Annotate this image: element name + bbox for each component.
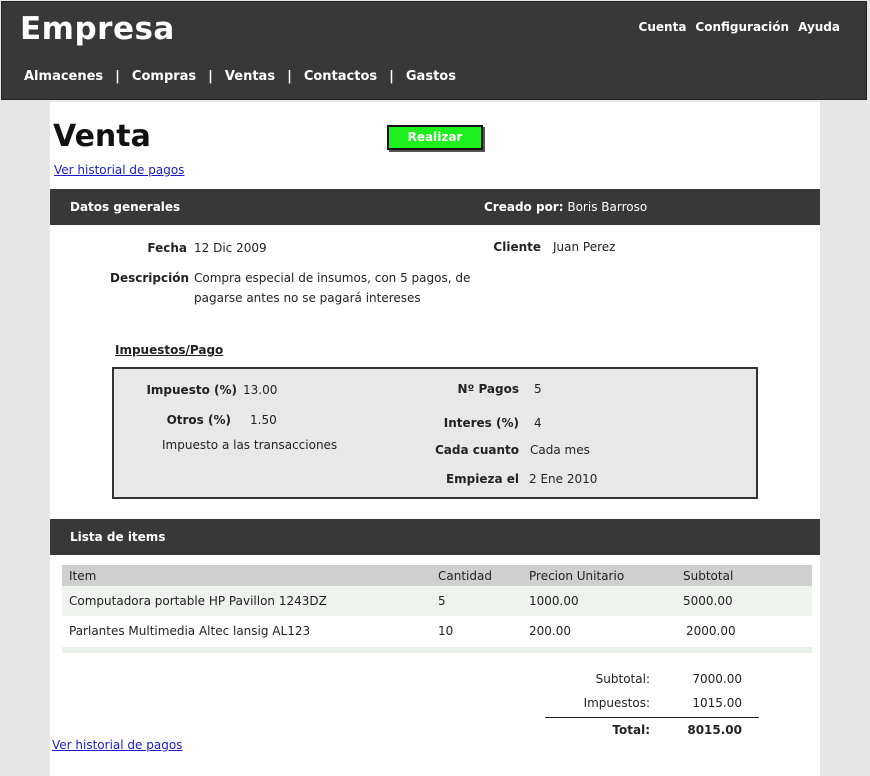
interes-label: Interes (%): [443, 416, 519, 430]
help-link[interactable]: Ayuda: [798, 20, 840, 34]
subtotal-value: 7000.00: [692, 672, 742, 686]
column-header-item: Item: [69, 568, 97, 583]
npagos-label: Nº Pagos: [457, 382, 519, 396]
page-title: Venta: [53, 119, 151, 154]
section-title: Datos generales: [70, 200, 181, 214]
descripcion-label: Descripción: [110, 271, 189, 285]
brand-logo[interactable]: Empresa: [20, 11, 175, 47]
fecha-label: Fecha: [147, 241, 187, 255]
cell-precio: 1000.00: [529, 594, 579, 608]
app-header: Empresa Cuenta Configuración Ayuda Almac…: [1, 1, 867, 100]
impuesto-label: Impuesto (%): [146, 383, 237, 397]
nav-separator: |: [208, 69, 213, 84]
empieza-value: 2 Ene 2010: [529, 472, 598, 486]
account-link[interactable]: Cuenta: [639, 20, 687, 34]
nav-item-gastos[interactable]: Gastos: [406, 69, 456, 84]
table-footer: [62, 647, 812, 653]
cliente-value: Juan Perez: [553, 240, 616, 254]
main-nav: Almacenes | Compras | Ventas | Contactos…: [24, 69, 456, 84]
nav-separator: |: [115, 69, 120, 84]
empieza-label: Empieza el: [445, 472, 519, 486]
interes-value: 4: [534, 416, 542, 430]
table-header: Item Cantidad Precion Unitario Subtotal: [62, 565, 812, 586]
impuestos-label: Impuestos:: [583, 696, 650, 710]
taxes-subheading: Impuestos/Pago: [115, 343, 224, 357]
fecha-value: 12 Dic 2009: [194, 241, 267, 255]
section-title: Lista de items: [70, 530, 166, 544]
total-label: Total:: [612, 723, 650, 737]
top-links: Cuenta Configuración Ayuda: [639, 20, 840, 34]
nav-item-contactos[interactable]: Contactos: [304, 69, 377, 84]
descripcion-line-1: Compra especial de insumos, con 5 pagos,…: [194, 271, 471, 285]
descripcion-line-2: pagarse antes no se pagará intereses: [194, 291, 421, 305]
nav-item-ventas[interactable]: Ventas: [225, 69, 275, 84]
nav-item-almacenes[interactable]: Almacenes: [24, 69, 103, 84]
cell-cantidad: 10: [438, 624, 454, 638]
created-by-value: Boris Barroso: [567, 200, 648, 214]
column-header-precio: Precion Unitario: [529, 568, 625, 583]
table-row[interactable]: Parlantes Multimedia Altec lansig AL123 …: [62, 616, 812, 646]
nav-item-compras[interactable]: Compras: [132, 69, 196, 84]
cell-cantidad: 5: [438, 594, 446, 608]
cada-cuanto-value: Cada mes: [530, 443, 590, 457]
created-by-label: Creado por:: [484, 200, 564, 214]
cada-cuanto-label: Cada cuanto: [434, 443, 519, 457]
payment-history-link-top[interactable]: Ver historial de pagos: [54, 163, 184, 177]
npagos-value: 5: [534, 382, 542, 396]
impuestos-value: 1015.00: [692, 696, 742, 710]
otros-label: Otros (%): [166, 413, 231, 427]
otros-description: Impuesto a las transacciones: [162, 438, 338, 452]
payment-history-link-bottom[interactable]: Ver historial de pagos: [52, 738, 182, 752]
column-header-cantidad: Cantidad: [438, 568, 492, 583]
cell-item: Parlantes Multimedia Altec lansig AL123: [69, 624, 311, 638]
cell-item: Computadora portable HP Pavillon 1243DZ: [69, 594, 327, 608]
cell-precio: 200.00: [529, 624, 571, 638]
nav-separator: |: [287, 69, 292, 84]
general-data-header: Datos generales Creado por: Boris Barros…: [50, 189, 820, 225]
make-payment-button[interactable]: Realizar Pago: [387, 125, 483, 165]
items-table: Item Cantidad Precion Unitario Subtotal …: [62, 565, 812, 653]
created-by: Creado por: Boris Barroso: [484, 200, 647, 214]
subtotal-label: Subtotal:: [595, 672, 650, 686]
nav-separator: |: [389, 69, 394, 84]
cell-subtotal: 5000.00: [683, 594, 733, 608]
column-header-subtotal: Subtotal: [683, 568, 734, 583]
impuesto-value: 13.00: [243, 383, 278, 397]
total-value: 8015.00: [687, 723, 742, 737]
table-row[interactable]: Computadora portable HP Pavillon 1243DZ …: [62, 586, 812, 616]
cliente-label: Cliente: [493, 240, 541, 254]
items-header: Lista de items: [50, 519, 820, 555]
cell-subtotal: 2000.00: [686, 624, 736, 638]
settings-link[interactable]: Configuración: [695, 20, 789, 34]
totals-divider: [545, 717, 759, 718]
otros-value: 1.50: [250, 413, 277, 427]
